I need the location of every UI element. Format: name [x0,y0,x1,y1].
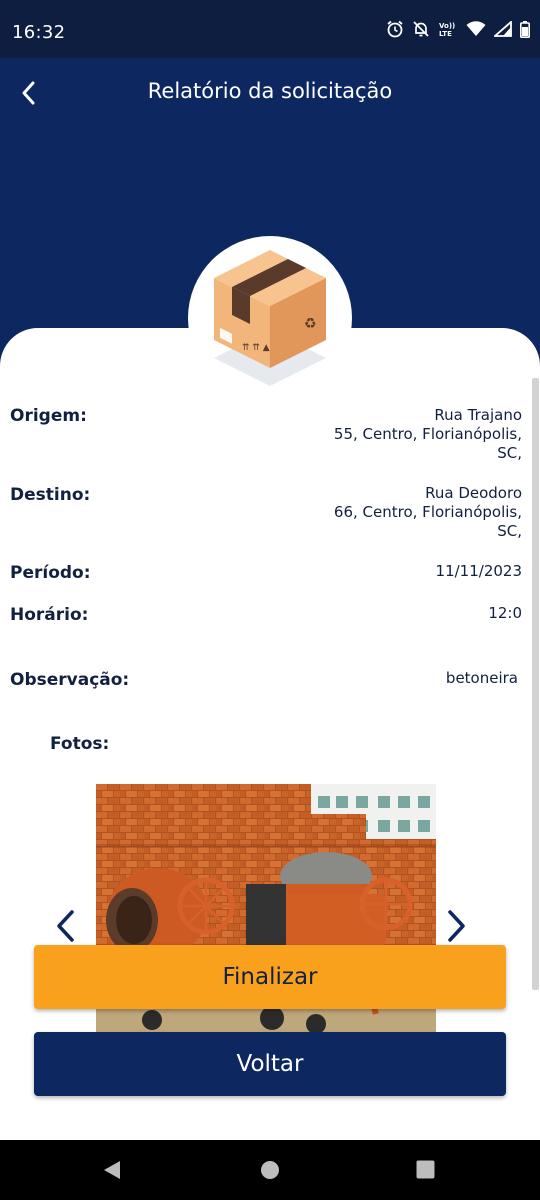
scrollbar[interactable] [532,378,539,990]
volte-icon: Vo)) LTE [439,22,455,38]
battery-icon [520,20,530,38]
page-title: Relatório da solicitação [147,79,393,103]
notifications-off-icon [413,21,429,37]
nav-back-icon[interactable] [102,1160,122,1180]
destino-label: Destino: [10,485,91,505]
finalizar-button[interactable]: Finalizar [34,945,506,1009]
nav-home-icon[interactable] [260,1160,280,1180]
origem-line: Rua Trajano [434,406,522,424]
periodo-value: 11/11/2023 [435,562,522,580]
origem-label: Origem: [10,406,87,426]
periodo-label: Período: [10,563,91,583]
svg-text:LTE: LTE [439,30,452,38]
origem-line: SC, [497,444,522,462]
carousel-prev-button[interactable] [52,906,80,946]
voltar-button[interactable]: Voltar [34,1032,506,1096]
nav-recents-icon[interactable] [416,1160,435,1179]
observacao-value: betoneira [445,669,518,687]
status-icons: Vo)) LTE [386,20,530,38]
signal-icon [494,21,512,37]
origem-line: 55, Centro, Florianópolis, [333,425,522,443]
carousel-next-button[interactable] [442,906,470,946]
destino-line: Rua Deodoro [425,484,522,502]
package-box-icon: ⇈ ⇈ ▲ ♻ [214,250,326,386]
status-bar: 16:32 Vo)) LTE [0,0,540,58]
svg-text:♻: ♻ [304,316,317,332]
observacao-label: Observação: [10,670,130,690]
chevron-right-icon [448,910,465,942]
system-nav-bar [0,1140,540,1200]
status-time: 16:32 [12,22,66,43]
svg-text:⇈ ⇈ ▲: ⇈ ⇈ ▲ [242,343,270,353]
origem-value: Rua Trajano 55, Centro, Florianópolis, S… [312,406,522,463]
destino-line: SC, [497,522,522,540]
destino-value: Rua Deodoro 66, Centro, Florianópolis, S… [312,484,522,541]
destino-line: 66, Centro, Florianópolis, [333,503,522,521]
svg-text:Vo)): Vo)) [439,22,455,30]
horario-value: 12:0 [488,604,522,622]
wifi-icon [466,21,486,36]
fotos-label: Fotos: [50,734,110,754]
alarm-icon [387,20,403,38]
horario-label: Horário: [10,605,89,625]
chevron-left-icon [57,910,74,942]
